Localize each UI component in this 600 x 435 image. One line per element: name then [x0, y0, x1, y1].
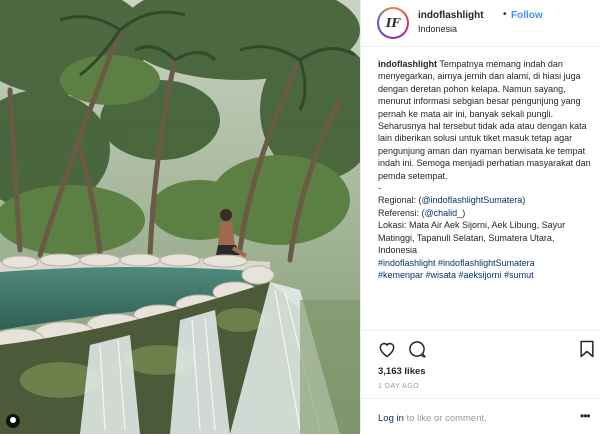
post-caption: indoflashlight Tempatnya memang indah da…	[378, 58, 593, 281]
login-suffix: to like or comment.	[403, 413, 487, 424]
follow-button[interactable]: Follow	[511, 10, 543, 21]
comment-icon[interactable]	[407, 339, 427, 359]
caption-username[interactable]: indoflashlight	[378, 59, 437, 69]
caption-text: indoflashlight Tempatnya memang indah da…	[378, 58, 593, 182]
login-prompt: Log in to like or comment.	[378, 413, 487, 424]
username-link[interactable]: indoflashlight	[418, 10, 484, 21]
post-sidebar: IF indoflashlight • Follow Indonesia ind…	[360, 0, 600, 434]
waterfall-photo-illustration	[0, 0, 360, 434]
caption-body: Tempatnya memang indah dan menyegarkan, …	[378, 59, 594, 181]
heart-icon[interactable]	[377, 339, 397, 359]
post-photo[interactable]	[0, 0, 360, 434]
avatar[interactable]: IF	[377, 7, 409, 39]
avatar-initials: IF	[379, 9, 407, 37]
post-header: IF indoflashlight • Follow Indonesia	[361, 0, 600, 47]
more-options-icon[interactable]: •••	[580, 409, 591, 423]
referensi-mention-link[interactable]: @chalid_	[425, 208, 463, 218]
regional-mention-link[interactable]: @indoflashlightSumatera	[422, 195, 523, 205]
post-time[interactable]: 1 DAY AGO	[378, 383, 419, 390]
separator-dot: •	[503, 9, 507, 20]
caption-dash: -	[378, 183, 381, 194]
regional-label: Regional: (	[378, 195, 422, 206]
comment-bar: Log in to like or comment. •••	[361, 398, 600, 435]
caption-referensi: Referensi: (@chalid_)	[378, 207, 593, 219]
instagram-logo-icon	[6, 414, 20, 428]
login-link[interactable]: Log in	[378, 413, 404, 424]
referensi-label: Referensi: (	[378, 207, 425, 218]
hashtags-line-1[interactable]: #indoflashlight #indoflashlightSumatera	[378, 257, 593, 269]
regional-end: )	[522, 195, 526, 206]
caption-lokasi: Lokasi: Mata Air Aek Sijorni, Aek Libung…	[378, 220, 568, 256]
location-link[interactable]: Indonesia	[418, 24, 457, 34]
instagram-post: IF indoflashlight • Follow Indonesia ind…	[0, 0, 600, 434]
bookmark-icon[interactable]	[577, 339, 597, 359]
likes-count[interactable]: 3,163 likes	[378, 366, 426, 377]
action-bar	[361, 330, 600, 363]
caption-regional: Regional: (@indoflashlightSumatera)	[378, 194, 593, 206]
hashtags-line-2[interactable]: #kemenpar #wisata #aeksijorni #sumut	[378, 269, 593, 281]
referensi-end: )	[462, 207, 466, 218]
